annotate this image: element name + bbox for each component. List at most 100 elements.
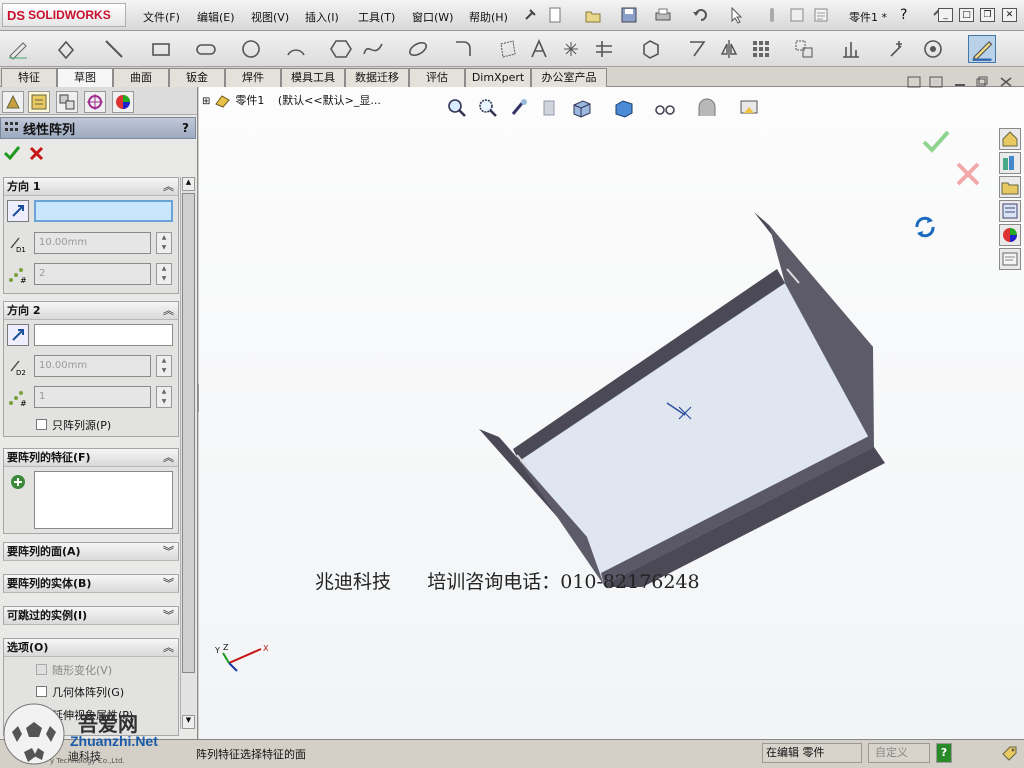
- smart-dimension-icon[interactable]: [55, 38, 77, 60]
- zoom-to-fit-icon[interactable]: [446, 97, 468, 119]
- design-library-icon[interactable]: [999, 152, 1021, 174]
- custom-properties-icon[interactable]: [999, 248, 1021, 270]
- mirror-entities-icon[interactable]: [718, 38, 740, 60]
- confirm-ok-icon[interactable]: [921, 129, 951, 155]
- collapse-icon[interactable]: ︽: [163, 639, 174, 656]
- text-icon[interactable]: [528, 38, 550, 60]
- fillet-icon[interactable]: [452, 38, 474, 60]
- reverse-direction1-icon[interactable]: [7, 200, 29, 222]
- geometry-pattern-checkbox[interactable]: [36, 686, 47, 697]
- circle-icon[interactable]: [240, 38, 262, 60]
- instances2-input[interactable]: 1: [34, 386, 151, 408]
- options-header[interactable]: 选项(O) ︽: [4, 639, 178, 657]
- rebuild-icon[interactable]: [763, 6, 781, 24]
- close-window-button[interactable]: ✕: [1002, 8, 1017, 22]
- arc-icon[interactable]: [285, 38, 307, 60]
- tab-sketch[interactable]: 草图: [57, 68, 113, 88]
- cancel-x-icon[interactable]: [29, 146, 44, 161]
- previous-view-icon[interactable]: [508, 97, 530, 119]
- hide-show-items-icon[interactable]: [654, 97, 676, 119]
- zoom-area-icon[interactable]: [477, 97, 499, 119]
- convert-entities-icon[interactable]: [640, 38, 662, 60]
- status-help-button[interactable]: ?: [936, 743, 952, 763]
- doc-minimize-icon[interactable]: [953, 76, 967, 88]
- tab-sheet-metal[interactable]: 钣金: [169, 68, 225, 87]
- viewport-layout-icon[interactable]: [929, 76, 943, 88]
- view-orientation-icon[interactable]: [571, 97, 593, 119]
- scroll-up-arrow[interactable]: ▲: [182, 177, 195, 191]
- appearances-icon[interactable]: [999, 224, 1021, 246]
- menu-edit[interactable]: 编辑(E): [197, 9, 235, 25]
- rectangle-icon[interactable]: [150, 38, 172, 60]
- menu-tools[interactable]: 工具(T): [358, 9, 395, 25]
- doc-close-icon[interactable]: [999, 76, 1013, 88]
- scroll-thumb[interactable]: [182, 193, 195, 673]
- bodies-to-pattern-header[interactable]: 要阵列的实体(B) ︾: [4, 575, 178, 593]
- collapse-icon[interactable]: ︽: [163, 178, 174, 195]
- instances-to-skip-header[interactable]: 可跳过的实例(I) ︾: [4, 607, 178, 625]
- pin-icon[interactable]: [521, 6, 539, 24]
- display-relations-icon[interactable]: [840, 38, 862, 60]
- move-entities-icon[interactable]: [793, 38, 815, 60]
- section-view-icon[interactable]: [539, 97, 561, 119]
- menu-insert[interactable]: 插入(I): [305, 9, 339, 25]
- direction2-reference-field[interactable]: [34, 324, 173, 346]
- feature-manager-tab-icon[interactable]: [2, 91, 24, 113]
- graphics-area[interactable]: ⊞ 零件1 (默认<<默认>_显... 兆迪科技 培训咨询电话：010-8217…: [199, 76, 1024, 739]
- restore-button[interactable]: ❐: [980, 8, 995, 22]
- save-icon[interactable]: [620, 6, 638, 24]
- tile-icon[interactable]: [907, 76, 921, 88]
- tab-mold-tools[interactable]: 模具工具: [281, 68, 345, 87]
- minimize-button[interactable]: _: [938, 8, 953, 22]
- pm-scrollbar[interactable]: ▲ ▼: [180, 177, 196, 729]
- menu-file[interactable]: 文件(F): [143, 9, 180, 25]
- file-explorer-icon[interactable]: [999, 176, 1021, 198]
- doc-restore-icon[interactable]: [975, 76, 989, 88]
- linear-pattern-icon[interactable]: [750, 38, 772, 60]
- rebuild-rotate-icon[interactable]: [913, 215, 937, 239]
- direction2-header[interactable]: 方向 2 ︽: [4, 302, 178, 320]
- units-selector[interactable]: 自定义: [868, 743, 930, 763]
- quick-snaps-icon[interactable]: [922, 38, 944, 60]
- ellipse-icon[interactable]: [407, 38, 429, 60]
- tab-weldments[interactable]: 焊件: [225, 68, 281, 87]
- exit-sketch-icon[interactable]: [968, 35, 996, 63]
- file-properties-icon[interactable]: [788, 6, 806, 24]
- plane-icon[interactable]: [497, 38, 519, 60]
- instances1-input[interactable]: 2: [34, 263, 151, 285]
- tab-office-products[interactable]: 办公室产品: [531, 68, 607, 87]
- repair-sketch-icon[interactable]: [887, 38, 909, 60]
- apply-scene-icon[interactable]: [738, 97, 760, 119]
- expand-icon[interactable]: ︾: [163, 607, 174, 624]
- spline-icon[interactable]: [362, 38, 384, 60]
- menu-view[interactable]: 视图(V): [251, 9, 289, 25]
- features-to-pattern-list[interactable]: [34, 471, 173, 529]
- trim-entities-icon[interactable]: [593, 38, 615, 60]
- accept-checkmark-icon[interactable]: [3, 145, 21, 161]
- tab-dimxpert[interactable]: DimXpert: [465, 68, 531, 87]
- options-icon[interactable]: [812, 6, 830, 24]
- solidworks-resources-icon[interactable]: [999, 128, 1021, 150]
- tab-features[interactable]: 特征: [1, 68, 57, 87]
- tab-data-migration[interactable]: 数据迁移: [345, 68, 409, 87]
- instances2-spinner[interactable]: ▲ ▼: [156, 386, 172, 408]
- solidworks-logo[interactable]: DS SOLIDWORKS: [2, 3, 126, 27]
- help-button[interactable]: ?: [900, 7, 907, 23]
- dimxpert-tab-icon[interactable]: [84, 91, 106, 113]
- slot-icon[interactable]: [195, 38, 217, 60]
- open-icon[interactable]: [584, 6, 602, 24]
- pattern-seed-only-checkbox[interactable]: [36, 419, 47, 430]
- display-manager-tab-icon[interactable]: [112, 91, 134, 113]
- direction1-reference-field[interactable]: [34, 200, 173, 222]
- new-document-icon[interactable]: [546, 6, 564, 24]
- spacing1-spinner[interactable]: ▲ ▼: [156, 232, 172, 254]
- display-style-icon[interactable]: [613, 97, 635, 119]
- reverse-direction2-icon[interactable]: [7, 324, 29, 346]
- menu-window[interactable]: 窗口(W): [412, 9, 453, 25]
- property-manager-tab-icon[interactable]: [28, 91, 50, 113]
- features-to-pattern-header[interactable]: 要阵列的特征(F) ︽: [4, 449, 178, 467]
- select-icon[interactable]: [728, 6, 746, 24]
- pm-help-button[interactable]: ?: [182, 121, 189, 135]
- confirm-cancel-icon[interactable]: [955, 161, 981, 187]
- print-icon[interactable]: [654, 6, 672, 24]
